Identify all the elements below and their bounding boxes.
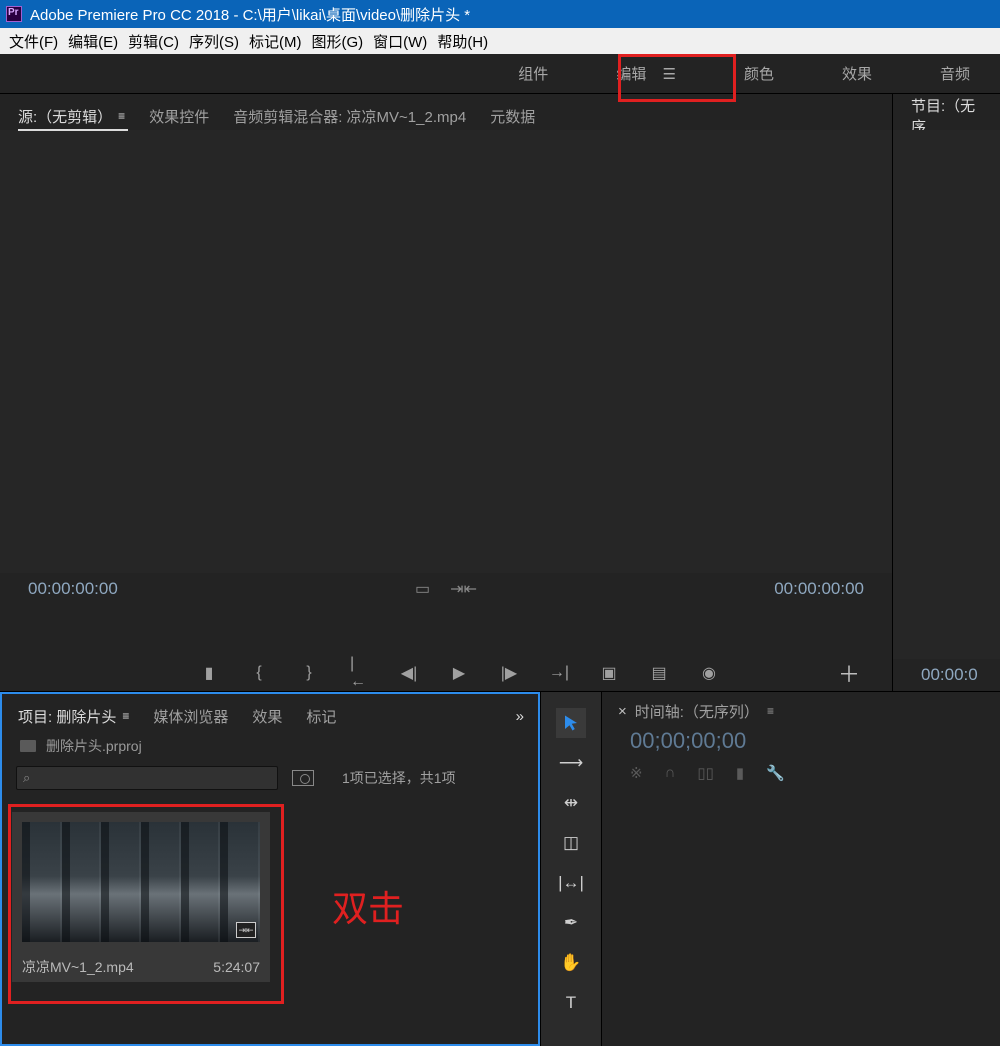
clip-name: 凉凉MV~1_2.mp4	[22, 957, 134, 977]
program-panel-tabs: 节目:（无序	[893, 94, 1000, 130]
source-playbar[interactable]	[0, 605, 892, 655]
marker-icon[interactable]: ▮	[736, 764, 744, 782]
menu-sequence[interactable]: 序列(S)	[184, 31, 244, 52]
menu-edit[interactable]: 编辑(E)	[63, 31, 123, 52]
source-time-row: 00:00:00:00 ▭ ⇥⇤ 00:00:00:00	[0, 573, 892, 605]
arrows-icon[interactable]: ⇥⇤	[450, 579, 477, 599]
timeline-header: × 时间轴:（无序列） ≡	[602, 692, 1000, 724]
source-in-timecode[interactable]: 00:00:00:00	[28, 579, 118, 599]
go-to-in-icon[interactable]: |←	[350, 664, 368, 682]
type-tool[interactable]: T	[556, 988, 586, 1018]
overwrite-icon[interactable]: ▤	[650, 664, 668, 682]
marker-icon[interactable]: ▮	[200, 664, 218, 682]
workspace-audio[interactable]: 音频	[940, 63, 970, 84]
step-forward-icon[interactable]: |▶	[500, 664, 518, 682]
timeline-panel: × 时间轴:（无序列） ≡ 00;00;00;00 ※ ∩ ▯▯ ▮ 🔧	[602, 692, 1000, 1046]
hamburger-icon[interactable]: ☰	[663, 66, 676, 83]
more-tabs-icon[interactable]: »	[516, 708, 524, 725]
clip-item[interactable]: ⇥⇤ 凉凉MV~1_2.mp4 5:24:07	[12, 812, 270, 982]
workspace-editing[interactable]: 编辑 ☰	[616, 63, 676, 84]
selection-tool[interactable]	[556, 708, 586, 738]
menu-clip[interactable]: 剪辑(C)	[123, 31, 184, 52]
folder-icon	[20, 740, 36, 752]
timeline-timecode[interactable]: 00;00;00;00	[602, 724, 1000, 758]
menu-help[interactable]: 帮助(H)	[432, 31, 493, 52]
in-bracket-icon[interactable]: {	[250, 664, 268, 682]
insert-icon[interactable]: ▣	[600, 664, 618, 682]
upper-panel-area: 源:（无剪辑） ≡ 效果控件 音频剪辑混合器: 凉凉MV~1_2.mp4 元数据…	[0, 94, 1000, 692]
project-filename-row: 删除片头.prproj	[2, 730, 538, 762]
hand-tool[interactable]: ✋	[556, 948, 586, 978]
lower-panel-area: 项目: 删除片头 ≡ 媒体浏览器 效果 标记 » 删除片头.prproj ⌕ 1…	[0, 692, 1000, 1046]
linked-selection-icon[interactable]: ▯▯	[697, 764, 714, 782]
close-icon[interactable]: ×	[618, 703, 627, 720]
ripple-edit-tool[interactable]: ⇹	[556, 788, 586, 818]
project-filename: 删除片头.prproj	[46, 736, 142, 756]
menu-marker[interactable]: 标记(M)	[244, 31, 307, 52]
tab-media-browser[interactable]: 媒体浏览器	[153, 706, 228, 727]
app-icon	[6, 6, 22, 22]
tab-source[interactable]: 源:（无剪辑） ≡	[18, 106, 125, 127]
clip-thumbnail[interactable]: ⇥⇤	[12, 812, 270, 952]
export-frame-icon[interactable]: ◉	[700, 664, 718, 682]
project-search-row: ⌕ 1项已选择，共1项	[2, 762, 538, 794]
program-timecode[interactable]: 00:00:0	[921, 665, 978, 685]
clip-duration: 5:24:07	[213, 959, 260, 975]
clip-type-icon: ⇥⇤	[236, 922, 256, 938]
tab-markers[interactable]: 标记	[306, 706, 336, 727]
source-monitor-panel: 源:（无剪辑） ≡ 效果控件 音频剪辑混合器: 凉凉MV~1_2.mp4 元数据…	[0, 94, 892, 691]
program-time-row: 00:00:0	[893, 659, 1000, 691]
menu-file[interactable]: 文件(F)	[4, 31, 63, 52]
project-panel: 项目: 删除片头 ≡ 媒体浏览器 效果 标记 » 删除片头.prproj ⌕ 1…	[0, 692, 540, 1046]
step-back-icon[interactable]: ◀|	[400, 664, 418, 682]
workspace-bar: 组件 编辑 ☰ 颜色 效果 音频	[0, 54, 1000, 94]
play-icon[interactable]: ▶	[450, 664, 468, 682]
menu-window[interactable]: 窗口(W)	[368, 31, 432, 52]
workspace-assembly[interactable]: 组件	[518, 63, 548, 84]
source-panel-tabs: 源:（无剪辑） ≡ 效果控件 音频剪辑混合器: 凉凉MV~1_2.mp4 元数据	[0, 94, 892, 130]
window-title: Adobe Premiere Pro CC 2018 - C:\用户\likai…	[30, 4, 470, 25]
add-button-icon[interactable]: ＋	[838, 657, 860, 689]
tab-project[interactable]: 项目: 删除片头 ≡	[18, 706, 129, 727]
go-to-out-icon[interactable]: →|	[550, 664, 568, 682]
razor-tool[interactable]: ◫	[556, 828, 586, 858]
workspace-effects[interactable]: 效果	[842, 63, 872, 84]
project-panel-tabs: 项目: 删除片头 ≡ 媒体浏览器 效果 标记 »	[2, 694, 538, 730]
tab-effects[interactable]: 效果	[252, 706, 282, 727]
source-viewer[interactable]	[0, 130, 892, 573]
program-viewer[interactable]	[893, 130, 1000, 659]
selection-status: 1项已选择，共1项	[342, 768, 456, 788]
search-icon: ⌕	[23, 770, 30, 786]
camera-icon[interactable]	[292, 770, 314, 786]
magnet-icon[interactable]: ∩	[665, 764, 676, 782]
annotation-label: 双击	[332, 880, 404, 932]
snap-icon[interactable]: ※	[630, 764, 643, 782]
workspace-color[interactable]: 颜色	[744, 63, 774, 84]
menu-graphics[interactable]: 图形(G)	[306, 31, 368, 52]
settings-icon[interactable]: 🔧	[766, 764, 785, 782]
search-input[interactable]: ⌕	[16, 766, 278, 790]
title-bar: Adobe Premiere Pro CC 2018 - C:\用户\likai…	[0, 0, 1000, 28]
slip-tool[interactable]: |↔|	[556, 868, 586, 898]
tool-palette: ⟶ ⇹ ◫ |↔| ✒ ✋ T	[540, 692, 602, 1046]
track-select-tool[interactable]: ⟶	[556, 748, 586, 778]
out-bracket-icon[interactable]: }	[300, 664, 318, 682]
hamburger-icon[interactable]: ≡	[767, 704, 774, 718]
hamburger-icon[interactable]: ≡	[122, 709, 129, 723]
fit-icon[interactable]: ▭	[415, 579, 430, 599]
tab-metadata[interactable]: 元数据	[490, 106, 535, 127]
source-transport-controls: ▮ { } |← ◀| ▶ |▶ →| ▣ ▤ ◉ ＋	[0, 655, 892, 691]
pen-tool[interactable]: ✒	[556, 908, 586, 938]
source-out-timecode[interactable]: 00:00:00:00	[774, 579, 864, 599]
project-bin-area[interactable]: ⇥⇤ 凉凉MV~1_2.mp4 5:24:07 双击	[2, 794, 538, 1044]
timeline-title[interactable]: 时间轴:（无序列）	[635, 701, 759, 722]
hamburger-icon[interactable]: ≡	[118, 109, 125, 123]
timeline-toolbar: ※ ∩ ▯▯ ▮ 🔧	[602, 758, 1000, 788]
menu-bar: 文件(F) 编辑(E) 剪辑(C) 序列(S) 标记(M) 图形(G) 窗口(W…	[0, 28, 1000, 54]
tab-audio-clip-mixer[interactable]: 音频剪辑混合器: 凉凉MV~1_2.mp4	[233, 106, 466, 127]
clip-meta: 凉凉MV~1_2.mp4 5:24:07	[12, 952, 270, 982]
program-monitor-panel: 节目:（无序 00:00:0	[892, 94, 1000, 691]
tab-effect-controls[interactable]: 效果控件	[149, 106, 209, 127]
